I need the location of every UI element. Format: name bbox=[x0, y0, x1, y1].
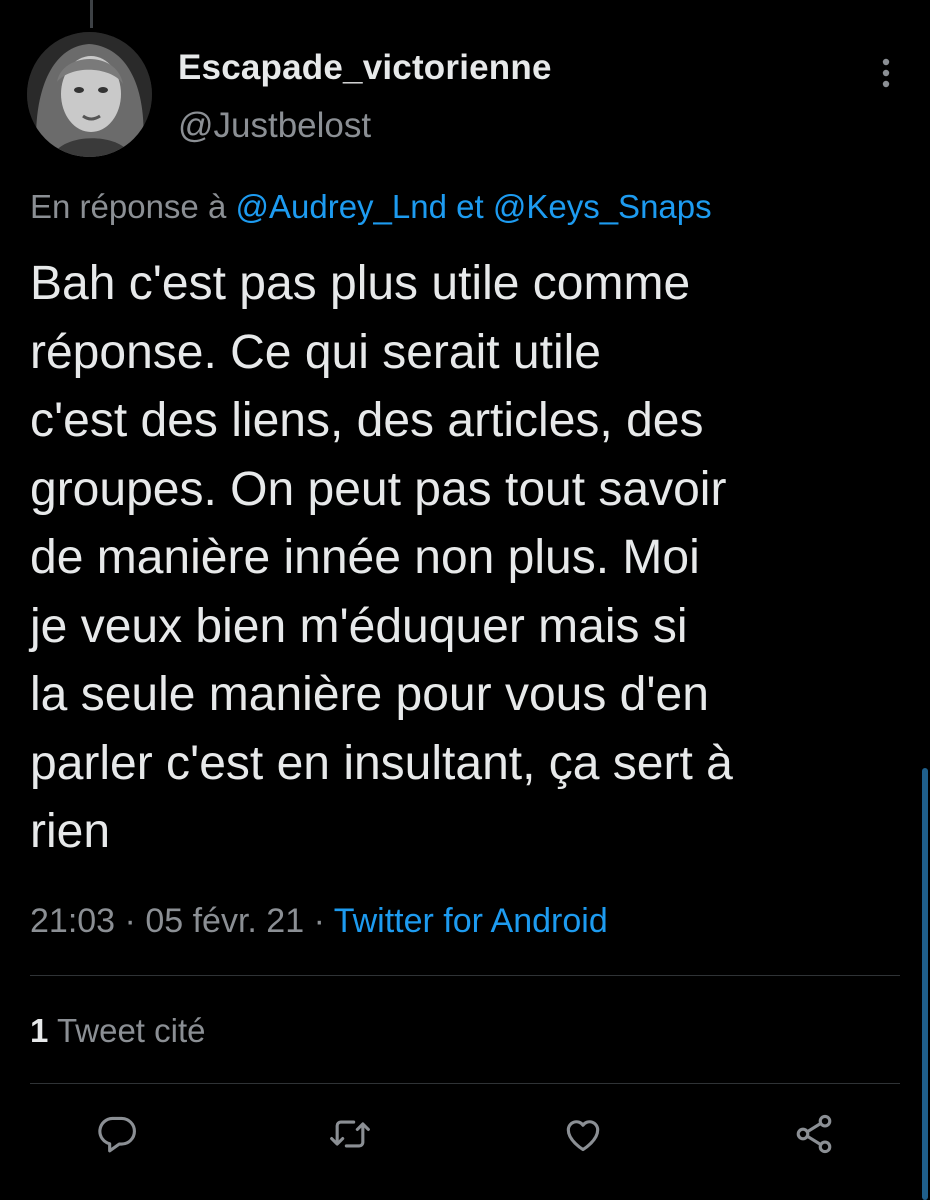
author-handle[interactable]: @Justbelost bbox=[178, 106, 371, 146]
tweet-text-line: la seule manière pour vous d'en bbox=[30, 668, 709, 721]
thread-connector-line bbox=[90, 0, 93, 28]
share-icon[interactable] bbox=[792, 1112, 836, 1156]
quote-count-value: 1 bbox=[30, 1012, 49, 1049]
more-vertical-icon[interactable] bbox=[872, 52, 900, 96]
tweet-time: 21:03 bbox=[30, 902, 116, 940]
divider bbox=[30, 975, 900, 976]
reply-context: En réponse à @Audrey_Lnd et @Keys_Snaps bbox=[30, 188, 712, 226]
tweet-text-line: je veux bien m'éduquer mais si bbox=[30, 599, 688, 653]
quote-count-label: Tweet cité bbox=[56, 1012, 206, 1049]
reply-icon[interactable] bbox=[95, 1112, 139, 1156]
tweet-text-line: rien bbox=[30, 805, 111, 858]
reply-prefix: En réponse à bbox=[30, 188, 227, 225]
reply-mention-link[interactable]: @Audrey_Lnd bbox=[235, 188, 446, 225]
retweet-icon[interactable] bbox=[328, 1112, 372, 1156]
tweet-date: 05 févr. 21 bbox=[145, 902, 305, 940]
meta-separator: · bbox=[124, 902, 136, 940]
quote-tweets-stat[interactable]: 1 Tweet cité bbox=[30, 1012, 206, 1050]
tweet-source-link[interactable]: Twitter for Android bbox=[334, 902, 608, 940]
scrollbar[interactable] bbox=[922, 768, 928, 1200]
tweet-text-line: Bah c'est pas plus utile comme bbox=[30, 257, 691, 310]
meta-separator: · bbox=[313, 902, 325, 940]
like-icon[interactable] bbox=[561, 1112, 605, 1156]
tweet-text: Bah c'est pas plus utile comme réponse. … bbox=[30, 250, 890, 867]
avatar[interactable] bbox=[27, 32, 152, 157]
tweet-text-line: c'est des liens, des articles, des bbox=[30, 394, 704, 447]
author-display-name[interactable]: Escapade_victorienne bbox=[178, 48, 552, 88]
tweet-meta: 21:03 · 05 févr. 21 · Twitter for Androi… bbox=[30, 902, 608, 941]
tweet-text-line: parler c'est en insultant, ça sert à bbox=[30, 736, 733, 790]
tweet-text-line: groupes. On peut pas tout savoir bbox=[30, 462, 727, 516]
tweet-text-line: de manière innée non plus. Moi bbox=[30, 531, 700, 584]
reply-joiner: et bbox=[456, 188, 484, 225]
tweet-text-line: réponse. Ce qui serait utile bbox=[30, 325, 601, 379]
divider bbox=[30, 1083, 900, 1084]
reply-mention-link[interactable]: @Keys_Snaps bbox=[493, 188, 712, 225]
avatar-image bbox=[27, 32, 152, 157]
